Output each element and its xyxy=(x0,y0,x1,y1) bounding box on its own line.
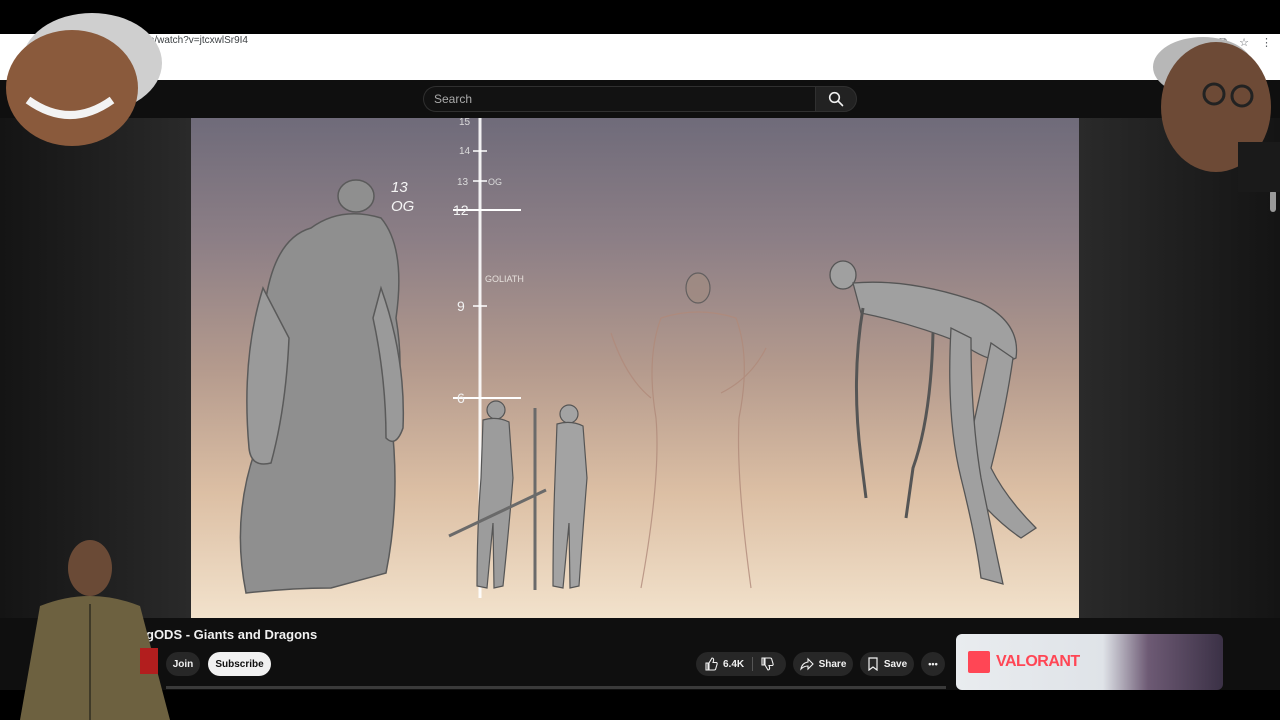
scale-label: 12 xyxy=(453,202,469,218)
more-icon: ••• xyxy=(928,659,938,669)
search-icon xyxy=(828,91,844,107)
scale-label-goliath: GOLIATH xyxy=(485,274,524,284)
video-frame-art: 15 14 13 OG 12 GOLIATH 9 6 13 OG xyxy=(239,118,1038,598)
right-backdrop xyxy=(1079,118,1280,618)
search-input[interactable]: Search xyxy=(423,86,815,112)
like-count: 6.4K xyxy=(723,658,745,670)
overlay-face-top-right xyxy=(1153,37,1280,192)
valorant-logo-icon xyxy=(968,651,990,673)
browser-toolbar-strip xyxy=(0,50,1280,80)
tall-creature-figure xyxy=(829,260,1038,585)
overlay-figure-bottom-left xyxy=(20,540,170,720)
scale-label-og: OG xyxy=(488,177,502,187)
save-button[interactable]: Save xyxy=(860,652,914,676)
page-scrollbar[interactable] xyxy=(1270,190,1276,212)
ogre-figure xyxy=(239,179,405,594)
share-icon xyxy=(799,657,814,671)
subscribe-button[interactable]: Subscribe xyxy=(208,652,271,676)
share-label: Share xyxy=(818,658,847,670)
like-icon[interactable] xyxy=(704,657,718,671)
og-height-label: 13 xyxy=(391,179,408,196)
human-male-figure xyxy=(448,400,547,589)
video-player[interactable]: 15 14 13 OG 12 GOLIATH 9 6 13 OG xyxy=(191,118,1079,618)
og-name-label: OG xyxy=(391,198,415,215)
scale-label: 14 xyxy=(459,146,471,157)
overlay-face-top-left xyxy=(6,13,162,146)
ad-banner[interactable]: VALORANT xyxy=(956,634,1223,690)
scale-label: 6 xyxy=(457,390,465,406)
search-bar[interactable]: Search xyxy=(423,86,857,112)
browser-top-bar xyxy=(0,0,1280,34)
dislike-icon[interactable] xyxy=(760,657,774,671)
more-actions-button[interactable]: ••• xyxy=(921,652,945,676)
divider-line xyxy=(166,686,946,689)
human-female-figure xyxy=(533,404,588,590)
ad-brand-text: VALORANT xyxy=(996,653,1080,670)
like-dislike-group[interactable]: 6.4K xyxy=(696,652,786,676)
share-button[interactable]: Share xyxy=(793,652,853,676)
scale-label: 15 xyxy=(459,118,471,128)
goliath-sketch xyxy=(610,272,767,589)
save-label: Save xyxy=(883,658,908,670)
like-divider xyxy=(752,657,753,671)
scale-label: 9 xyxy=(457,298,465,314)
scale-label: 13 xyxy=(457,177,469,188)
bottom-strip xyxy=(0,690,1280,720)
save-icon xyxy=(868,657,878,671)
search-button[interactable] xyxy=(815,86,857,112)
address-bar[interactable]: m/watch?v=jtcxwlSr9I4 ⧉ ☆ ⋮ xyxy=(0,34,1280,51)
